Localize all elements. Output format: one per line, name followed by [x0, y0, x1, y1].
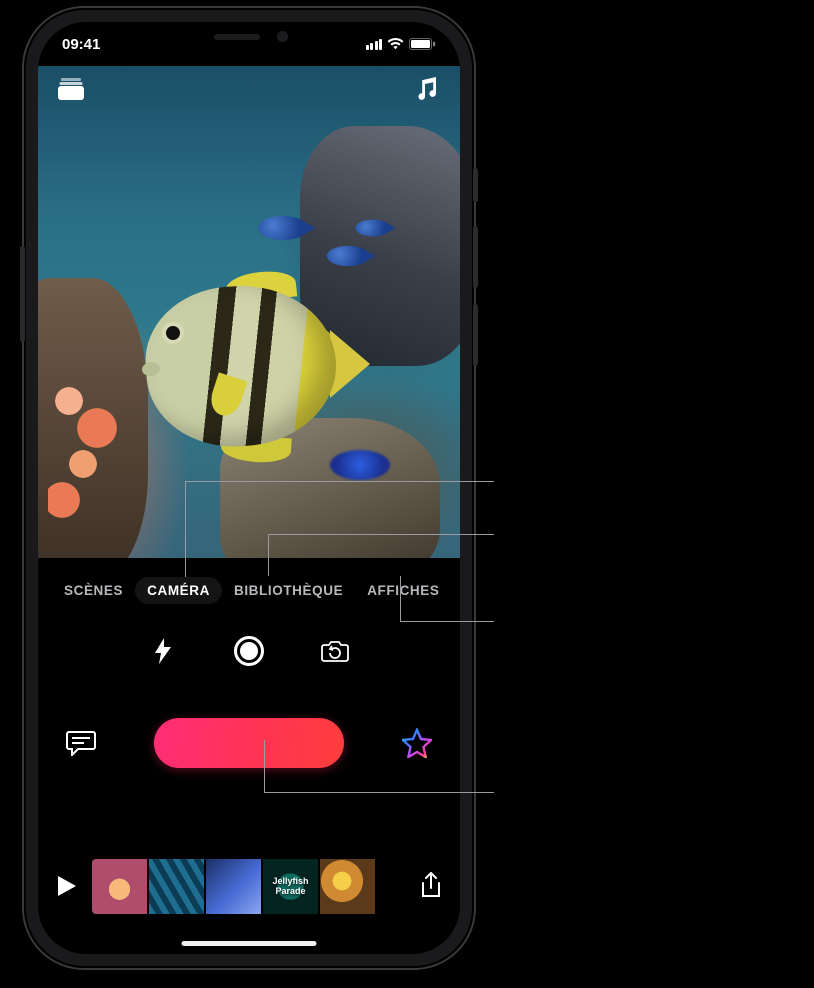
source-tabs: SCÈNES CAMÉRA BIBLIOTHÈQUE AFFICHES — [38, 570, 460, 610]
clip-thumbnail[interactable]: Jellyfish Parade — [263, 859, 318, 914]
mute-switch[interactable] — [473, 168, 478, 202]
live-titles-button[interactable] — [66, 728, 96, 758]
clip-thumbnail[interactable] — [320, 859, 375, 914]
share-button[interactable] — [416, 871, 446, 901]
camera-flip-icon — [320, 639, 350, 663]
volume-down-button[interactable] — [473, 304, 478, 366]
clip-timeline[interactable]: Jellyfish Parade — [92, 859, 406, 914]
play-button[interactable] — [52, 871, 82, 901]
callout-line — [264, 740, 265, 792]
home-indicator[interactable] — [182, 941, 317, 946]
tab-library[interactable]: BIBLIOTHÈQUE — [222, 577, 355, 604]
wifi-icon — [387, 38, 404, 50]
callout-line — [400, 576, 401, 621]
speech-bubble-icon — [66, 730, 96, 756]
clip-thumbnail[interactable] — [206, 859, 261, 914]
callout-line — [400, 621, 494, 622]
callout-line — [185, 481, 494, 482]
timeline-row: Jellyfish Parade — [38, 846, 460, 926]
record-row — [38, 710, 460, 776]
projects-icon — [58, 78, 84, 100]
status-indicators — [366, 38, 437, 50]
clip-thumbnail[interactable] — [149, 859, 204, 914]
cellular-icon — [366, 39, 383, 50]
record-button[interactable] — [154, 718, 344, 768]
clip-title-overlay: Jellyfish Parade — [263, 876, 318, 896]
music-button[interactable] — [412, 74, 442, 104]
projects-button[interactable] — [56, 74, 86, 104]
music-icon — [416, 77, 438, 101]
play-icon — [58, 876, 76, 896]
side-button[interactable] — [20, 246, 25, 342]
photo-shutter-button[interactable] — [234, 636, 264, 666]
clip-thumbnail[interactable] — [92, 859, 147, 914]
tab-scenes[interactable]: SCÈNES — [52, 577, 135, 604]
callout-line — [264, 792, 494, 793]
camera-preview — [38, 66, 460, 558]
viewer[interactable] — [38, 66, 460, 558]
screen: 09:41 — [38, 22, 460, 954]
battery-icon — [409, 38, 436, 50]
tab-posters[interactable]: AFFICHES — [355, 577, 451, 604]
notch — [154, 22, 344, 52]
share-icon — [420, 872, 442, 900]
flash-icon — [155, 638, 171, 664]
volume-up-button[interactable] — [473, 226, 478, 288]
flash-button[interactable] — [148, 636, 178, 666]
callout-line — [268, 534, 494, 535]
camera-controls — [38, 622, 460, 680]
effects-button[interactable] — [402, 728, 432, 758]
flip-camera-button[interactable] — [320, 636, 350, 666]
status-time: 09:41 — [62, 36, 100, 53]
star-icon — [402, 728, 432, 758]
tab-camera[interactable]: CAMÉRA — [135, 577, 222, 604]
iphone-frame: 09:41 — [24, 8, 474, 968]
